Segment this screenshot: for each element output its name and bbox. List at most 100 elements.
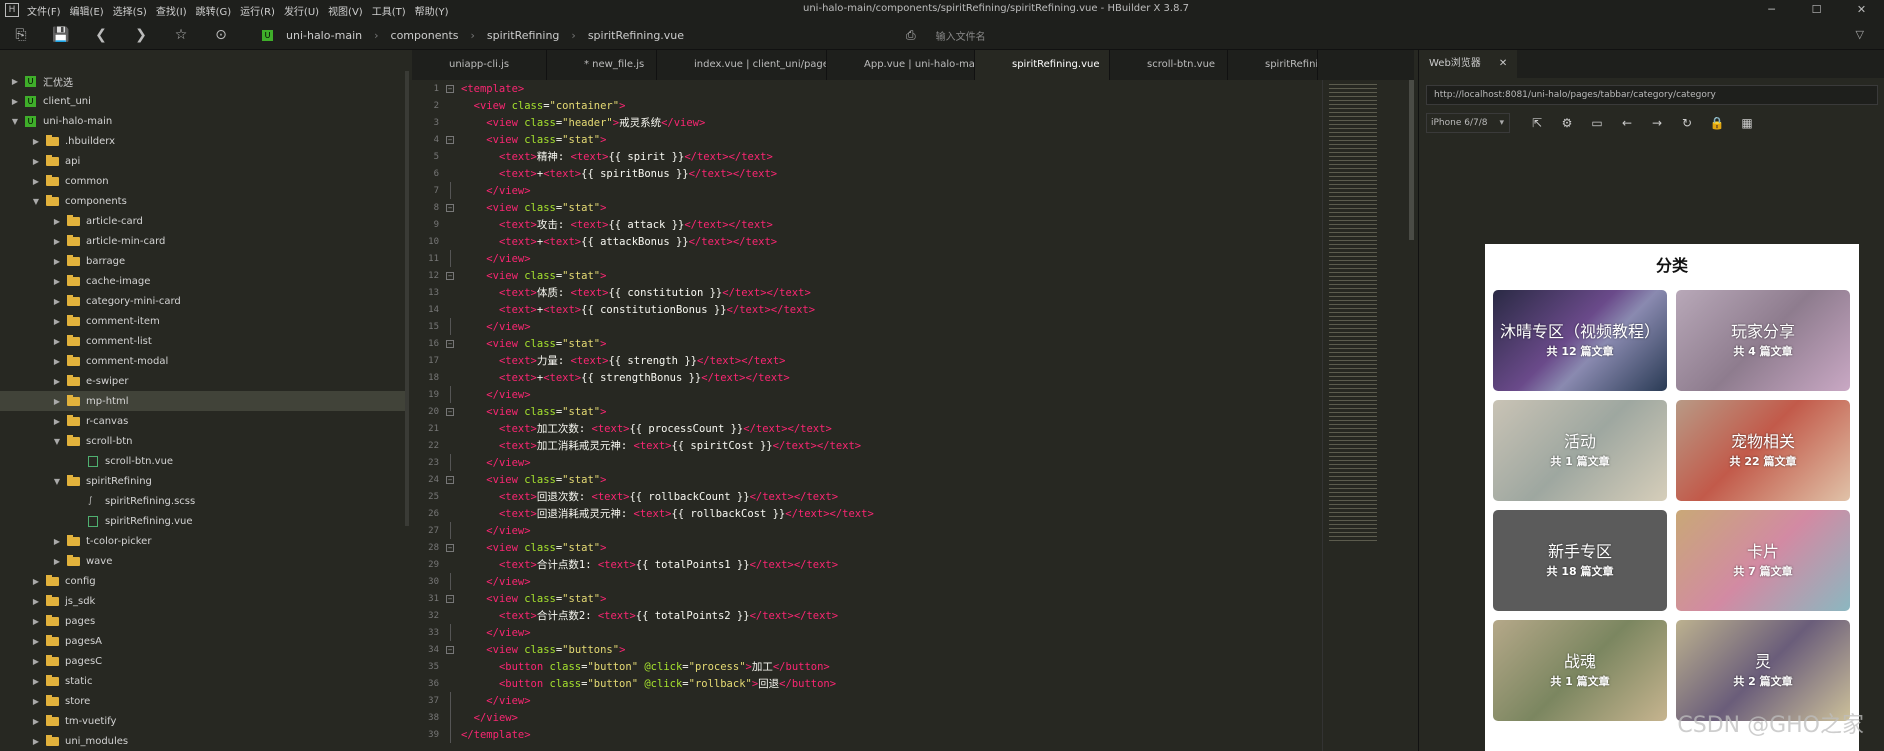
tree-item[interactable]: spiritRefining.vue xyxy=(0,511,405,531)
forward-icon[interactable]: ❯ xyxy=(126,20,156,50)
tree-item[interactable]: ▶ cache-image xyxy=(0,271,405,291)
close-window-button[interactable]: ✕ xyxy=(1839,0,1884,20)
code-line[interactable]: 20− <view class="stat"> xyxy=(412,403,1412,420)
run-icon[interactable]: ⊙ xyxy=(206,20,236,50)
tree-item[interactable]: ▶ static xyxy=(0,671,405,691)
menu-item[interactable]: 帮助(Y) xyxy=(415,3,449,18)
category-card[interactable]: 沐晴专区（视频教程） 共 12 篇文章 xyxy=(1493,290,1667,391)
tree-item[interactable]: ▼ Uuni-halo-main xyxy=(0,111,405,131)
fold-icon[interactable]: − xyxy=(444,539,456,556)
tree-item[interactable]: ▶ .hbuilderx xyxy=(0,131,405,151)
code-line[interactable]: 1− <template> xyxy=(412,80,1412,97)
tree-item[interactable]: ▶ js_sdk xyxy=(0,591,405,611)
new-file-icon[interactable]: ⎘ xyxy=(6,20,36,50)
code-line[interactable]: 6 <text>+<text>{{ spiritBonus }}</text><… xyxy=(412,165,1412,182)
editor-tab[interactable]: spiritRefini xyxy=(1228,50,1318,80)
category-card[interactable]: 宠物相关共 22 篇文章 xyxy=(1676,400,1850,501)
tree-item[interactable]: ▶ e-swiper xyxy=(0,371,405,391)
breadcrumb-item[interactable]: spiritRefining xyxy=(487,29,560,42)
tree-item[interactable]: ▶ r-canvas xyxy=(0,411,405,431)
code-editor[interactable]: 1− <template> 2 <view class="container"> 3 … xyxy=(412,80,1412,751)
category-card[interactable]: 战魂共 1 篇文章 xyxy=(1493,620,1667,721)
code-line[interactable]: 16− <view class="stat"> xyxy=(412,335,1412,352)
tree-item[interactable]: ▶ comment-modal xyxy=(0,351,405,371)
editor-tab[interactable]: App.vue | uni-halo-main xyxy=(827,50,975,80)
code-line[interactable]: 11 </view> xyxy=(412,250,1412,267)
tree-item[interactable]: ▶ mp-html xyxy=(0,391,405,411)
sidebar-scrollbar[interactable] xyxy=(405,71,409,526)
file-search-input[interactable]: 输入文件名 xyxy=(936,28,986,43)
filter-icon[interactable]: ▽ xyxy=(1856,28,1864,41)
code-line[interactable]: 10 <text>+<text>{{ attackBonus }}</text>… xyxy=(412,233,1412,250)
code-line[interactable]: 21 <text>加工次数: <text>{{ processCount }}<… xyxy=(412,420,1412,437)
tree-item[interactable]: ▶ pagesA xyxy=(0,631,405,651)
editor-tab[interactable]: uniapp-cli.js xyxy=(412,50,547,80)
editor-tab[interactable]: spiritRefining.vue xyxy=(975,50,1110,80)
tree-item[interactable]: ▶ api xyxy=(0,151,405,171)
back-arrow-icon[interactable]: ← xyxy=(1612,116,1642,130)
tree-item[interactable]: ▶ t-color-picker xyxy=(0,531,405,551)
code-line[interactable]: 28− <view class="stat"> xyxy=(412,539,1412,556)
breadcrumb-item[interactable]: uni-halo-main xyxy=(286,29,362,42)
code-line[interactable]: 36 <button class="button" @click="rollba… xyxy=(412,675,1412,692)
tree-item[interactable]: ▶ barrage xyxy=(0,251,405,271)
code-line[interactable]: 39 </template> xyxy=(412,726,1412,743)
code-line[interactable]: 9 <text>攻击: <text>{{ attack }}</text></t… xyxy=(412,216,1412,233)
lock-icon[interactable]: 🔒 xyxy=(1702,116,1732,130)
code-line[interactable]: 34− <view class="buttons"> xyxy=(412,641,1412,658)
tree-item[interactable]: ▶ comment-list xyxy=(0,331,405,351)
qrcode-icon[interactable]: ▦ xyxy=(1732,116,1762,130)
menu-item[interactable]: 发行(U) xyxy=(284,3,319,18)
category-card[interactable]: 灵共 2 篇文章 xyxy=(1676,620,1850,721)
menu-item[interactable]: 运行(R) xyxy=(240,3,275,18)
code-line[interactable]: 23 </view> xyxy=(412,454,1412,471)
fold-icon[interactable]: − xyxy=(444,471,456,488)
menu-item[interactable]: 视图(V) xyxy=(328,3,363,18)
code-line[interactable]: 31− <view class="stat"> xyxy=(412,590,1412,607)
tree-item[interactable]: ▼ scroll-btn xyxy=(0,431,405,451)
tree-item[interactable]: ▶ article-card xyxy=(0,211,405,231)
star-icon[interactable]: ☆ xyxy=(166,20,196,50)
tree-item[interactable]: ▶ comment-item xyxy=(0,311,405,331)
code-line[interactable]: 8− <view class="stat"> xyxy=(412,199,1412,216)
code-line[interactable]: 26 <text>回退消耗戒灵元神: <text>{{ rollbackCost… xyxy=(412,505,1412,522)
code-line[interactable]: 32 <text>合计点数2: <text>{{ totalPoints2 }}… xyxy=(412,607,1412,624)
code-line[interactable]: 30 </view> xyxy=(412,573,1412,590)
url-bar[interactable]: http://localhost:8081/uni-halo/pages/tab… xyxy=(1426,85,1878,105)
category-card[interactable]: 玩家分享共 4 篇文章 xyxy=(1676,290,1850,391)
editor-tab[interactable]: * new_file.js xyxy=(547,50,657,80)
tree-item[interactable]: ▶ wave xyxy=(0,551,405,571)
code-line[interactable]: 3 <view class="header">戒灵系统</view> xyxy=(412,114,1412,131)
settings-icon[interactable]: ⚙ xyxy=(1552,116,1582,130)
code-line[interactable]: 2 <view class="container"> xyxy=(412,97,1412,114)
tree-item[interactable]: ▶ uni_modules xyxy=(0,731,405,751)
code-line[interactable]: 37 </view> xyxy=(412,692,1412,709)
fold-icon[interactable]: − xyxy=(444,641,456,658)
fold-icon[interactable]: − xyxy=(444,403,456,420)
tree-item[interactable]: ▶ tm-vuetify xyxy=(0,711,405,731)
maximize-button[interactable]: ☐ xyxy=(1794,0,1839,20)
code-line[interactable]: 13 <text>体质: <text>{{ constitution }}</t… xyxy=(412,284,1412,301)
console-icon[interactable]: ▭ xyxy=(1582,116,1612,130)
category-card[interactable]: 活动共 1 篇文章 xyxy=(1493,400,1667,501)
code-line[interactable]: 25 <text>回退次数: <text>{{ rollbackCount }}… xyxy=(412,488,1412,505)
code-line[interactable]: 18 <text>+<text>{{ strengthBonus }}</tex… xyxy=(412,369,1412,386)
code-line[interactable]: 38 </view> xyxy=(412,709,1412,726)
code-line[interactable]: 5 <text>精神: <text>{{ spirit }}</text></t… xyxy=(412,148,1412,165)
forward-arrow-icon[interactable]: → xyxy=(1642,116,1672,130)
editor-scrollbar[interactable] xyxy=(1409,80,1414,240)
code-line[interactable]: 14 <text>+<text>{{ constitutionBonus }}<… xyxy=(412,301,1412,318)
open-external-icon[interactable]: ⇱ xyxy=(1522,116,1552,130)
code-line[interactable]: 24− <view class="stat"> xyxy=(412,471,1412,488)
code-line[interactable]: 17 <text>力量: <text>{{ strength }}</text>… xyxy=(412,352,1412,369)
tree-item[interactable]: ▶ config xyxy=(0,571,405,591)
save-icon[interactable]: 💾 xyxy=(46,20,76,50)
fold-icon[interactable]: − xyxy=(444,590,456,607)
tree-item[interactable]: ▶ pagesC xyxy=(0,651,405,671)
code-line[interactable]: 22 <text>加工消耗戒灵元神: <text>{{ spiritCost }… xyxy=(412,437,1412,454)
breadcrumb-item[interactable]: spiritRefining.vue xyxy=(588,29,684,42)
category-card[interactable]: 卡片共 7 篇文章 xyxy=(1676,510,1850,611)
menu-item[interactable]: 工具(T) xyxy=(372,3,406,18)
fold-icon[interactable]: − xyxy=(444,199,456,216)
menu-item[interactable]: 选择(S) xyxy=(113,3,147,18)
